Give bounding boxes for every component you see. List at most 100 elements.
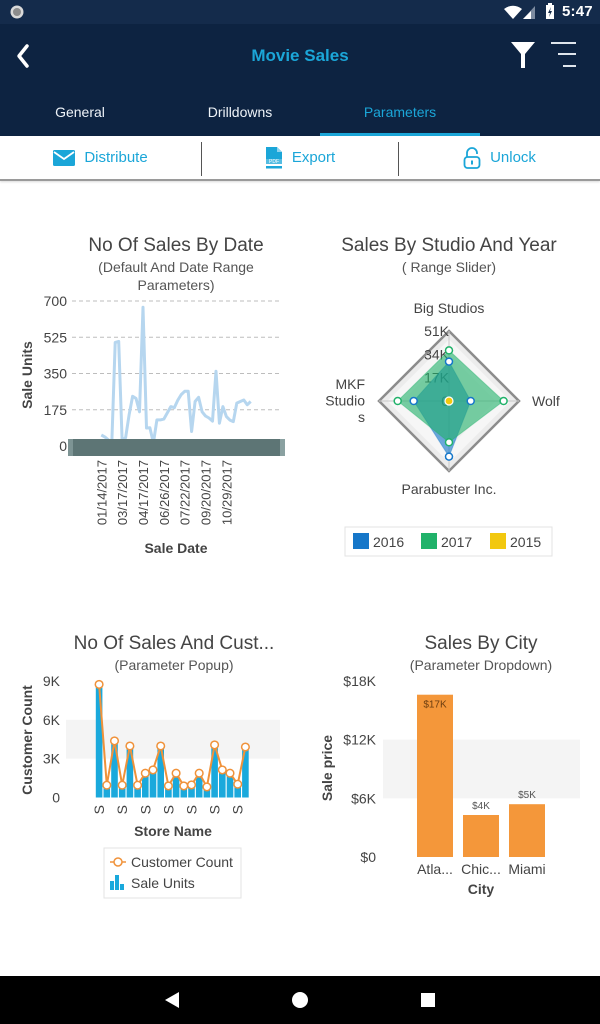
export-label: Export [291,149,336,166]
radar-point-2016 [466,396,475,406]
chart-legend: Customer Count Sale Units [103,847,242,899]
y-tick-label: $18K [343,673,376,689]
y-tick-label: $6K [351,790,377,806]
bar-1[interactable] [463,815,499,857]
radar-point-2016 [444,452,454,461]
menu-button[interactable] [548,38,580,70]
tab-parameters[interactable]: Parameters [320,100,480,136]
x-axis-title: City [468,881,495,897]
point-customer-count [171,768,181,778]
data-label: $4K [472,801,490,812]
legend-label: Sale Units [131,875,195,891]
legend-swatch [353,533,369,549]
unlock-button[interactable]: Unlock [399,136,600,179]
y-tick-label: 9K [43,673,61,689]
tab-general[interactable]: General [0,100,160,136]
point-customer-count [117,780,127,790]
x-tick-label: S [137,805,153,814]
point-customer-count [109,736,120,746]
x-tick-label: S [230,805,246,814]
back-button[interactable] [10,40,36,70]
data-label: $17K [423,700,447,711]
point-customer-count [186,780,197,790]
legend-label: 2016 [373,534,404,550]
distribute-label: Distribute [84,149,148,166]
point-customer-count [125,741,135,751]
point-customer-count [94,679,104,689]
chart-title: Sales By City [425,633,538,654]
x-tick-label: 03/17/2017 [115,460,130,525]
x-tick-label: 09/20/2017 [199,460,214,525]
wifi-icon [504,5,522,19]
back-triangle-icon[interactable] [165,992,179,1008]
legend-label: 2015 [510,534,541,550]
x-tick-label: S [160,805,176,814]
radar-point-2017 [393,396,402,406]
legend-item-2016[interactable]: 2016 [353,533,404,550]
chart-sales-and-customers: No Of Sales And Cust... (Parameter Popup)… [19,633,280,899]
scrollbar-track[interactable] [68,439,285,456]
point-customer-count [194,768,204,778]
point-customer-count [156,741,166,751]
radar-axis-label: MKF [335,376,365,392]
chart-sales-by-city: Sales By City (Parameter Dropdown) $0 $6K $1… [319,633,580,897]
status-icons [10,3,554,19]
battery-charging-icon [546,3,554,19]
chart-subtitle: (Parameter Popup) [114,657,233,673]
distribute-button[interactable]: Distribute [0,136,201,179]
filter-icon [511,42,535,68]
y-tick-label: 350 [44,366,68,382]
chart-legend: 2016 2017 2015 [344,526,553,557]
x-range-scrollbar[interactable] [68,439,285,456]
scrollbar-right-handle[interactable] [280,439,285,456]
x-tick-label: S [207,805,223,814]
chart-subtitle: Parameters) [137,277,214,293]
unlock-label: Unlock [490,149,536,166]
x-tick-label: S [91,805,107,814]
export-button[interactable]: PDF Export [202,136,398,179]
legend-item-2015[interactable]: 2015 [490,533,541,550]
legend-label: 2017 [441,534,472,550]
bar-sale-units [95,684,103,798]
tab-drilldowns[interactable]: Drilldowns [160,100,320,136]
point-customer-count [233,779,243,789]
y-tick-label: 3K [43,751,61,767]
line-marker-icon [113,857,123,867]
recents-square-icon[interactable] [421,993,435,1007]
x-axis-title: Sale Date [144,540,207,556]
radar-axis-label: Big Studios [414,300,485,316]
y-tick-label: $12K [343,732,376,748]
home-circle-icon[interactable] [292,992,308,1008]
status-time: 5:47 [562,3,593,20]
system-nav-bar [0,976,600,1024]
bar-chart-icon-bar [115,875,119,890]
chart-title: Sales By Studio And Year [341,235,557,256]
chart-subtitle: (Default And Date Range [98,259,254,275]
chart-subtitle: (Parameter Dropdown) [410,657,552,673]
y-axis-title: Sale price [319,735,335,801]
plot-band [383,739,580,799]
radar-axis-label: Wolf [532,393,560,409]
status-bar: 5:47 [0,0,600,24]
y-tick-label: 175 [44,402,68,418]
y-tick-label: 0 [52,790,60,806]
y-tick-label: $0 [360,849,376,865]
action-toolbar: Distribute PDF Export Unlock [0,136,600,181]
legend-item-2017[interactable]: 2017 [421,533,472,550]
bar-2[interactable] [509,804,545,857]
point-customer-count [202,782,212,792]
bar-0[interactable] [417,694,453,857]
y-tick-label: 6K [43,712,61,728]
x-tick-label: S [184,805,200,814]
x-tick-label: Atla... [417,861,453,877]
signal-icon [523,6,535,19]
x-tick-label: Miami [508,861,545,877]
point-customer-count [148,765,158,775]
series-line-sale-units [100,305,252,448]
filter-button[interactable] [508,40,538,70]
y-tick-label: 700 [44,293,68,309]
scrollbar-left-handle[interactable] [68,439,73,456]
data-label: $5K [518,790,536,801]
bar-chart-icon-bar [120,884,124,890]
point-customer-count [133,780,143,790]
